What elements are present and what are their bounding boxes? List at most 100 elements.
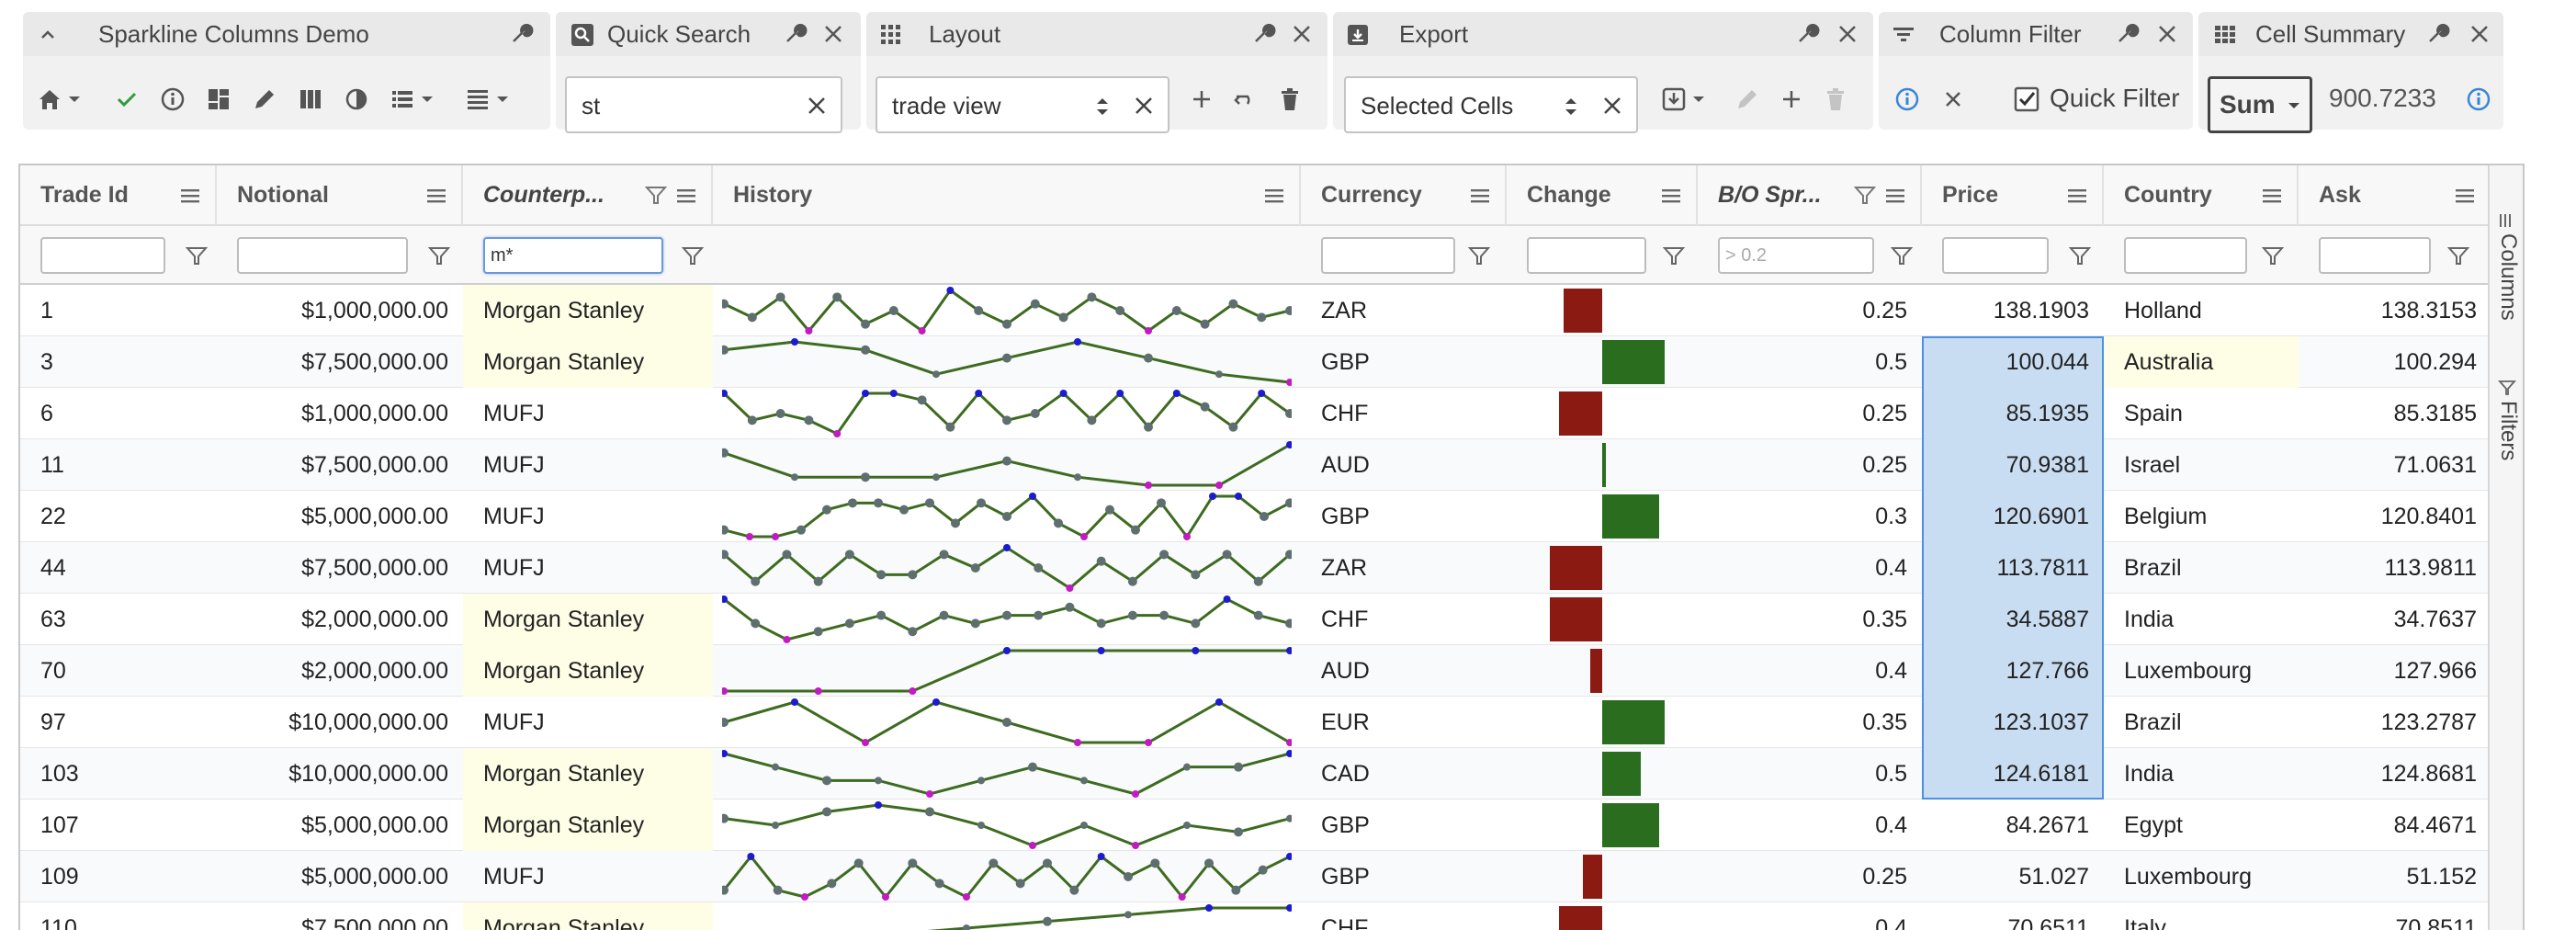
cell-trade-id[interactable]: 22: [20, 491, 217, 542]
column-header-ask[interactable]: Ask: [2299, 165, 2491, 226]
clear-filter-icon[interactable]: [1939, 85, 1967, 113]
columns-icon[interactable]: [297, 85, 324, 113]
clear-icon[interactable]: [1131, 93, 1157, 119]
column-header-price[interactable]: Price: [1922, 165, 2104, 226]
cell-currency[interactable]: CAD: [1301, 748, 1507, 800]
contrast-icon[interactable]: [343, 85, 370, 113]
table-row[interactable]: 6 $1,000,000.00 MUFJ CHF 0.25 85.1935 Spain 85.…: [20, 388, 2523, 439]
filter-input-bo-spread[interactable]: [1718, 237, 1874, 274]
cell-country[interactable]: Holland: [2104, 285, 2299, 336]
filter-icon[interactable]: [2069, 244, 2091, 267]
cell-price[interactable]: 120.6901: [1922, 491, 2104, 542]
column-menu-icon[interactable]: [2260, 184, 2284, 208]
cell-price[interactable]: 127.766: [1922, 645, 2104, 697]
cell-trade-id[interactable]: 3: [20, 336, 217, 388]
cell-ask[interactable]: 71.0631: [2299, 439, 2491, 491]
cell-ask[interactable]: 85.3185: [2299, 388, 2491, 439]
filter-icon[interactable]: [186, 244, 208, 267]
cell-notional[interactable]: $5,000,000.00: [217, 491, 463, 542]
cell-price[interactable]: 70.6511: [1922, 902, 2104, 930]
cell-country[interactable]: India: [2104, 748, 2299, 800]
close-icon[interactable]: [820, 21, 846, 47]
cell-bo-spread[interactable]: 0.4: [1698, 645, 1922, 697]
cell-price[interactable]: 70.9381: [1922, 439, 2104, 491]
filter-icon[interactable]: [2262, 244, 2284, 267]
table-row[interactable]: 44 $7,500,000.00 MUFJ ZAR 0.4 113.7811 Brazil 1…: [20, 542, 2523, 594]
filter-icon[interactable]: [2447, 244, 2469, 267]
table-row[interactable]: 109 $5,000,000.00 MUFJ GBP 0.25 51.027 Luxembo…: [20, 851, 2523, 902]
cell-price[interactable]: 100.044: [1922, 336, 2104, 388]
cell-bo-spread[interactable]: 0.35: [1698, 697, 1922, 748]
cell-ask[interactable]: 120.8401: [2299, 491, 2491, 542]
wrench-icon[interactable]: [1794, 21, 1820, 47]
column-header-country[interactable]: Country: [2104, 165, 2299, 226]
cell-ask[interactable]: 70.8511: [2299, 902, 2491, 930]
cell-country[interactable]: Australia: [2104, 336, 2299, 388]
cell-price[interactable]: 124.6181: [1922, 748, 2104, 800]
clear-icon[interactable]: [1599, 93, 1625, 119]
quick-search-input[interactable]: st: [565, 76, 842, 133]
cell-bo-spread[interactable]: 0.5: [1698, 336, 1922, 388]
cell-notional[interactable]: $7,500,000.00: [217, 542, 463, 594]
home-icon[interactable]: [36, 85, 63, 113]
cell-counterparty[interactable]: Morgan Stanley: [463, 336, 713, 388]
cell-currency[interactable]: AUD: [1301, 439, 1507, 491]
side-tab-filters[interactable]: Filters: [2490, 379, 2523, 489]
cell-counterparty[interactable]: MUFJ: [463, 439, 713, 491]
cell-country[interactable]: Egypt: [2104, 800, 2299, 851]
column-header-change[interactable]: Change: [1507, 165, 1698, 226]
cell-trade-id[interactable]: 107: [20, 800, 217, 851]
cell-trade-id[interactable]: 110: [20, 902, 217, 930]
layout-select[interactable]: trade view: [876, 76, 1169, 133]
column-header-trade-id[interactable]: Trade Id: [20, 165, 217, 226]
cell-bo-spread[interactable]: 0.4: [1698, 542, 1922, 594]
cell-currency[interactable]: ZAR: [1301, 542, 1507, 594]
cell-trade-id[interactable]: 44: [20, 542, 217, 594]
cell-counterparty[interactable]: MUFJ: [463, 697, 713, 748]
cell-notional[interactable]: $1,000,000.00: [217, 388, 463, 439]
wrench-icon[interactable]: [2114, 21, 2140, 47]
chevron-down-icon[interactable]: [65, 85, 84, 113]
add-icon[interactable]: [1188, 85, 1215, 113]
cell-notional[interactable]: $1,000,000.00: [217, 285, 463, 336]
cell-notional[interactable]: $2,000,000.00: [217, 594, 463, 645]
cell-counterparty[interactable]: MUFJ: [463, 851, 713, 902]
cell-trade-id[interactable]: 70: [20, 645, 217, 697]
chevron-up-icon[interactable]: [36, 23, 60, 47]
cell-country[interactable]: Luxembourg: [2104, 851, 2299, 902]
dashboard-icon[interactable]: [205, 85, 232, 113]
cell-notional[interactable]: $2,000,000.00: [217, 645, 463, 697]
wrench-icon[interactable]: [1250, 21, 1276, 47]
cell-counterparty[interactable]: MUFJ: [463, 542, 713, 594]
cell-currency[interactable]: ZAR: [1301, 285, 1507, 336]
column-header-notional[interactable]: Notional: [217, 165, 463, 226]
cell-counterparty[interactable]: Morgan Stanley: [463, 748, 713, 800]
cell-counterparty[interactable]: MUFJ: [463, 491, 713, 542]
cell-counterparty[interactable]: Morgan Stanley: [463, 902, 713, 930]
cell-ask[interactable]: 51.152: [2299, 851, 2491, 902]
close-icon[interactable]: [2467, 21, 2492, 47]
column-header-history[interactable]: History: [713, 165, 1301, 226]
column-menu-icon[interactable]: [178, 184, 202, 208]
cell-trade-id[interactable]: 97: [20, 697, 217, 748]
cell-bo-spread[interactable]: 0.25: [1698, 285, 1922, 336]
table-row[interactable]: 11 $7,500,000.00 MUFJ AUD 0.25 70.9381 Israel 7…: [20, 439, 2523, 491]
undo-icon[interactable]: [1232, 85, 1260, 113]
chevron-down-icon[interactable]: [418, 85, 436, 113]
quick-filter-checkbox[interactable]: [2013, 85, 2040, 113]
table-row[interactable]: 1 $1,000,000.00 Morgan Stanley ZAR 0.25 138.1…: [20, 285, 2523, 336]
filter-input-ask[interactable]: [2319, 237, 2431, 274]
table-row[interactable]: 3 $7,500,000.00 Morgan Stanley GBP 0.5 100.04…: [20, 336, 2523, 388]
cell-bo-spread[interactable]: 0.35: [1698, 594, 1922, 645]
cell-trade-id[interactable]: 109: [20, 851, 217, 902]
filter-icon[interactable]: [1468, 244, 1490, 267]
table-row[interactable]: 63 $2,000,000.00 Morgan Stanley CHF 0.35 34.5…: [20, 594, 2523, 645]
wrench-icon[interactable]: [782, 21, 808, 47]
cell-ask[interactable]: 127.966: [2299, 645, 2491, 697]
filter-icon[interactable]: [428, 244, 450, 267]
cell-country[interactable]: India: [2104, 594, 2299, 645]
cell-price[interactable]: 84.2671: [1922, 800, 2104, 851]
cell-notional[interactable]: $5,000,000.00: [217, 851, 463, 902]
cell-country[interactable]: Brazil: [2104, 697, 2299, 748]
export-source-select[interactable]: Selected Cells: [1344, 76, 1638, 133]
